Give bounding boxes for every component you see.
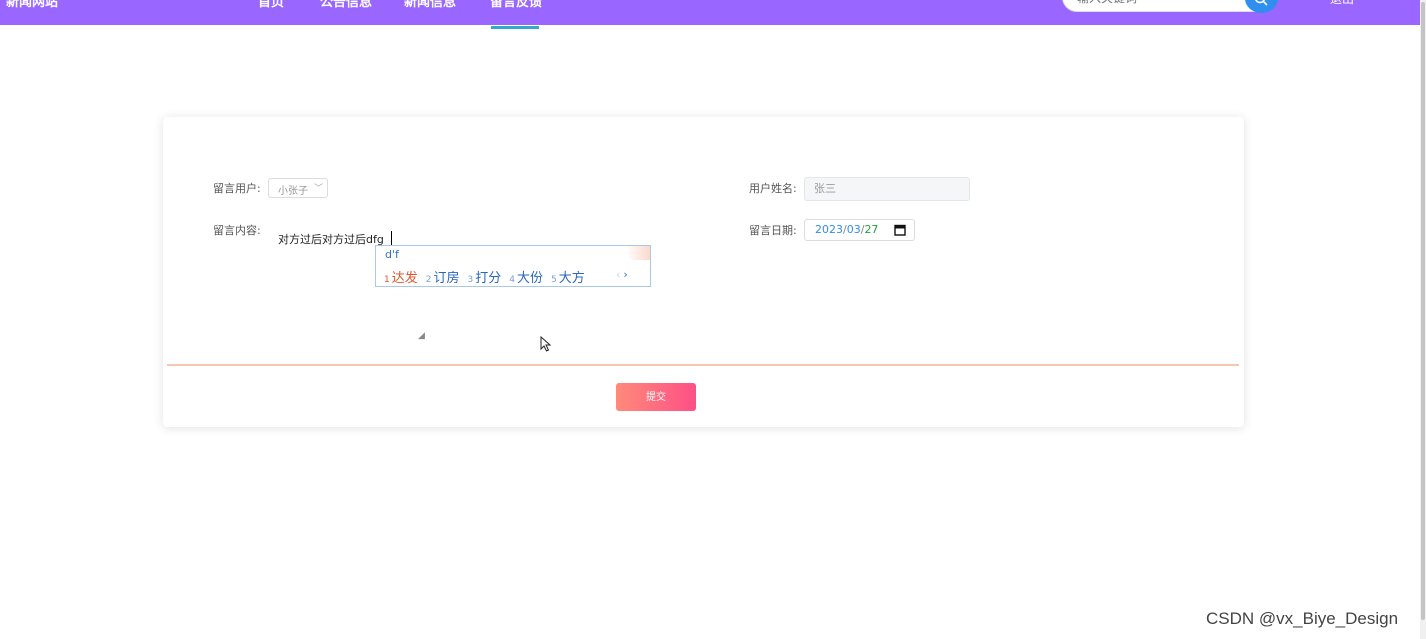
ime-candidate[interactable]: 4 大份 — [509, 267, 543, 286]
ime-candidate[interactable]: 2 订房 — [426, 267, 460, 286]
user-select-value: 小张子 — [278, 186, 308, 197]
nav-item-home[interactable]: 首页 — [258, 0, 284, 10]
active-nav-indicator — [491, 26, 539, 29]
chevron-down-icon: ﹀ — [314, 184, 324, 194]
ime-composition: d'f — [385, 248, 399, 261]
ime-skin-decoration — [626, 246, 650, 260]
submit-button[interactable]: 提交 — [616, 383, 696, 411]
date-day[interactable]: 27 — [864, 223, 878, 236]
ime-candidate[interactable]: 5 大方 — [551, 267, 585, 286]
top-nav-bar: 新闻网站 首页 公告信息 新闻信息 留言反馈 退出 — [0, 0, 1420, 25]
date-input[interactable]: 2023/03/27 — [804, 219, 915, 241]
ime-page-nav: ‹ › — [616, 268, 628, 281]
calendar-icon[interactable] — [894, 224, 906, 236]
search-icon — [1255, 0, 1268, 6]
search-input[interactable] — [1075, 0, 1239, 13]
ime-prev-page[interactable]: ‹ — [616, 268, 620, 281]
logout-link[interactable]: 退出 — [1330, 0, 1354, 7]
ime-candidate-window: d'f 1 达发 2 订房 3 打分 4 大份 5 大方 ‹ › — [375, 245, 651, 287]
ime-candidate-list: 1 达发 2 订房 3 打分 4 大份 5 大方 — [384, 267, 593, 286]
date-value: 2023/03/27 — [815, 223, 878, 236]
form-divider — [167, 364, 1239, 366]
content-textarea[interactable]: 对方过后对方过后dfg — [278, 231, 384, 247]
mouse-pointer-icon — [540, 336, 552, 352]
name-field[interactable]: 张三 — [804, 177, 970, 201]
user-select[interactable]: 小张子 ﹀ — [268, 178, 328, 198]
content-label: 留言内容: — [213, 224, 261, 237]
watermark: CSDN @vx_Biye_Design — [1206, 609, 1399, 628]
date-month[interactable]: 03 — [847, 223, 861, 236]
date-year[interactable]: 2023 — [815, 223, 843, 236]
date-label: 留言日期: — [749, 224, 797, 237]
ime-candidate[interactable]: 1 达发 — [384, 267, 418, 286]
resize-handle-icon[interactable]: ◢ — [418, 331, 425, 341]
nav-item-news[interactable]: 新闻信息 — [404, 0, 456, 10]
text-caret — [391, 231, 392, 245]
site-brand[interactable]: 新闻网站 — [6, 0, 58, 10]
nav-item-announcements[interactable]: 公告信息 — [320, 0, 372, 10]
nav-item-feedback[interactable]: 留言反馈 — [490, 0, 542, 10]
name-label: 用户姓名: — [749, 182, 797, 195]
user-label: 留言用户: — [213, 182, 261, 195]
page-scrollbar-thumb[interactable] — [1421, 2, 1425, 620]
ime-candidate[interactable]: 3 打分 — [468, 267, 502, 286]
feedback-form-card — [163, 117, 1244, 427]
ime-next-page[interactable]: › — [623, 268, 627, 281]
